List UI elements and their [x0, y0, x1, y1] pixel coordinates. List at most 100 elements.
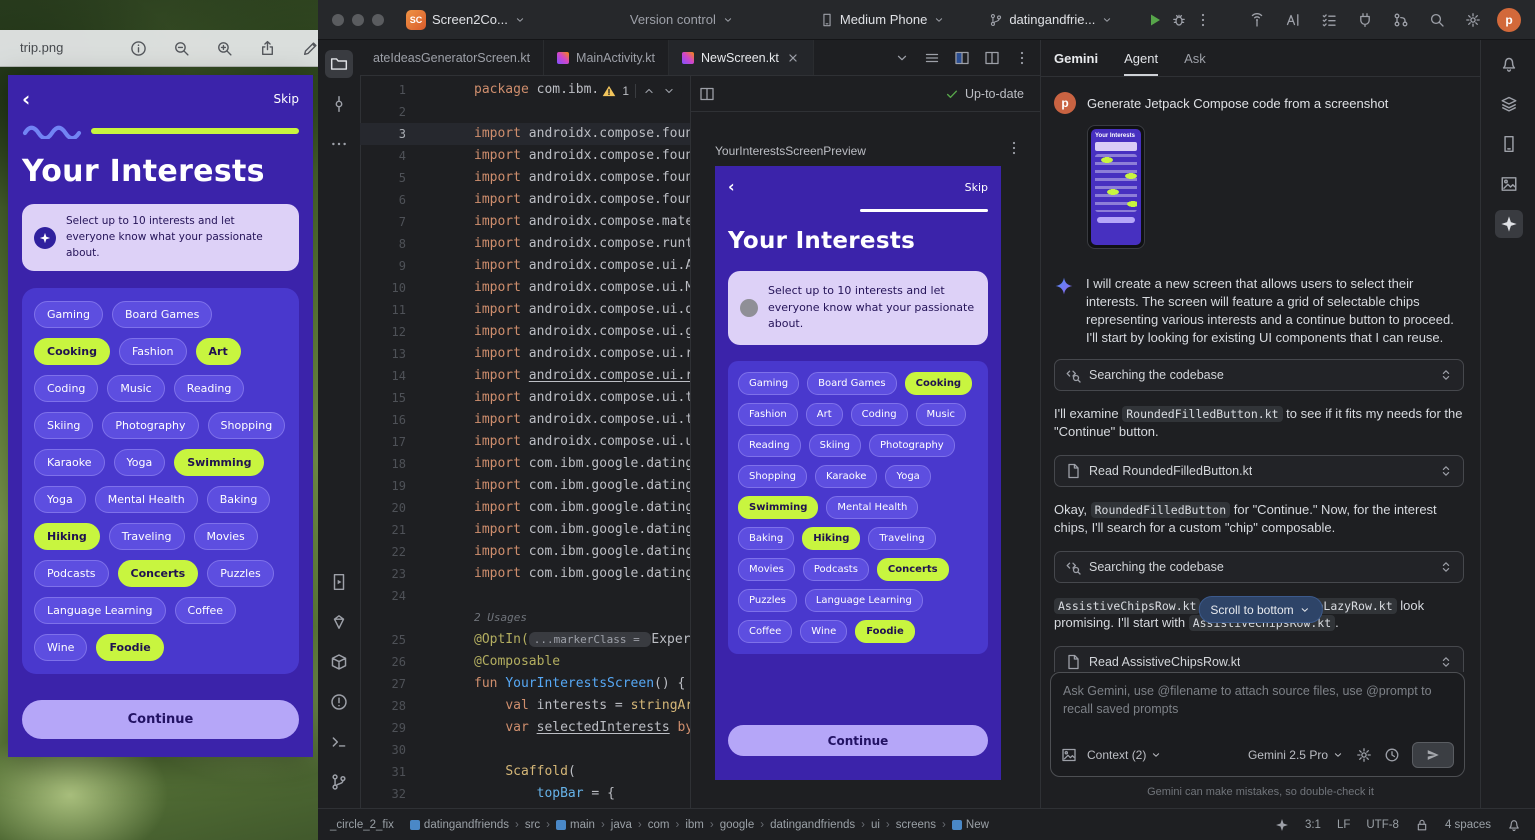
- indent-setting[interactable]: 4 spaces: [1445, 819, 1491, 831]
- split-editor-icon[interactable]: [699, 86, 715, 102]
- build-variants-icon[interactable]: [325, 608, 353, 636]
- running-devices-icon[interactable]: [325, 568, 353, 596]
- tool-card-label: Searching the codebase: [1089, 560, 1224, 574]
- gemini-input-box[interactable]: Context (2) Gemini 2.5 Pro: [1050, 672, 1465, 777]
- code-line: 29 var selectedInterests by re: [360, 717, 690, 739]
- breadcrumb-item[interactable]: datingandfriends: [770, 819, 855, 831]
- tab-ask[interactable]: Ask: [1184, 40, 1206, 76]
- interest-chip: Skiing: [809, 434, 861, 457]
- file-encoding[interactable]: UTF-8: [1366, 819, 1399, 831]
- attached-screenshot-thumbnail[interactable]: Your Interests: [1087, 125, 1145, 249]
- app-inspection-icon[interactable]: [325, 648, 353, 676]
- gemini-icon[interactable]: [1495, 210, 1523, 238]
- breadcrumb-separator: ›: [675, 819, 679, 831]
- check-icon: [945, 87, 959, 101]
- tool-card[interactable]: Read RoundedFilledButton.kt: [1054, 455, 1464, 487]
- history-icon[interactable]: [1384, 747, 1400, 763]
- problems-icon[interactable]: [325, 688, 353, 716]
- breadcrumb-item[interactable]: datingandfriends: [410, 819, 509, 831]
- branch-selector[interactable]: datingandfrie...: [989, 12, 1113, 27]
- running-devices-right-icon[interactable]: [1495, 130, 1523, 158]
- expand-icon[interactable]: [1439, 464, 1453, 478]
- debug-button[interactable]: [1167, 8, 1191, 32]
- project-selector[interactable]: SC Screen2Co...: [406, 10, 526, 30]
- notifications-icon[interactable]: [1507, 818, 1521, 832]
- device-manager-icon[interactable]: [1495, 90, 1523, 118]
- settings-icon[interactable]: [1461, 8, 1485, 32]
- breadcrumb-item[interactable]: screens: [896, 819, 936, 831]
- run-button[interactable]: [1143, 8, 1167, 32]
- breadcrumb-item[interactable]: src: [525, 819, 540, 831]
- interest-chip: Music: [916, 403, 966, 426]
- send-button[interactable]: [1412, 742, 1454, 768]
- ai-status-icon[interactable]: [1275, 818, 1289, 832]
- gemini-settings-icon[interactable]: [1356, 747, 1372, 763]
- zoom-in-icon[interactable]: [216, 40, 233, 57]
- preview-options-icon[interactable]: [1006, 140, 1022, 156]
- notifications-icon[interactable]: [1495, 50, 1523, 78]
- tool-card[interactable]: Read AssistiveChipsRow.kt: [1054, 646, 1464, 672]
- previous-problem-icon[interactable]: [642, 84, 656, 98]
- interest-chip: Foodie: [855, 620, 915, 643]
- kotlin-file-icon: [682, 52, 694, 64]
- interest-chip: Karaoke: [34, 449, 105, 476]
- editor-list-icon[interactable]: [924, 50, 940, 66]
- split-right-icon[interactable]: [954, 50, 970, 66]
- line-separator[interactable]: LF: [1337, 819, 1350, 831]
- editor-tab[interactable]: NewScreen.kt: [669, 40, 814, 75]
- info-card-text: Select up to 10 interests and let everyo…: [66, 214, 287, 261]
- vcs-widget[interactable]: Version control: [630, 12, 734, 27]
- terminal-icon[interactable]: [325, 728, 353, 756]
- more-tools-icon[interactable]: [325, 130, 353, 158]
- window-controls[interactable]: [332, 14, 384, 26]
- expand-icon[interactable]: [1439, 655, 1453, 669]
- code-editor[interactable]: 1package com.ibm.googl23import androidx.…: [360, 76, 690, 808]
- attach-image-icon[interactable]: [1061, 747, 1077, 763]
- breadcrumb-item[interactable]: google: [720, 819, 755, 831]
- tool-card[interactable]: Searching the codebase: [1054, 551, 1464, 583]
- close-tab-icon[interactable]: [786, 51, 800, 65]
- interest-chip: Fashion: [119, 338, 187, 365]
- expand-icon[interactable]: [1439, 368, 1453, 382]
- editor-options-icon[interactable]: [1014, 50, 1030, 66]
- project-folder-icon[interactable]: [325, 50, 353, 78]
- device-streaming-icon[interactable]: [1245, 8, 1269, 32]
- code-assist-icon[interactable]: [1281, 8, 1305, 32]
- resource-manager-icon[interactable]: [1495, 170, 1523, 198]
- split-down-icon[interactable]: [984, 50, 1000, 66]
- editor-tab[interactable]: ateIdeasGeneratorScreen.kt: [360, 40, 544, 75]
- share-icon[interactable]: [259, 40, 276, 57]
- markup-icon[interactable]: [302, 40, 318, 57]
- interest-chip: Concerts: [118, 560, 199, 587]
- breadcrumb-item[interactable]: com: [648, 819, 670, 831]
- expand-icon[interactable]: [1439, 560, 1453, 574]
- device-selector[interactable]: Medium Phone: [820, 12, 945, 27]
- pull-requests-icon[interactable]: [1389, 8, 1413, 32]
- gemini-prompt-input[interactable]: [1051, 673, 1464, 729]
- info-icon[interactable]: [130, 40, 147, 57]
- breadcrumb-item[interactable]: main: [556, 819, 595, 831]
- scroll-to-bottom-button[interactable]: Scroll to bottom: [1198, 596, 1322, 623]
- commit-icon[interactable]: [325, 90, 353, 118]
- breadcrumb-item[interactable]: java: [611, 819, 632, 831]
- breadcrumb-item[interactable]: New: [952, 819, 989, 831]
- context-selector[interactable]: Context (2): [1087, 748, 1162, 762]
- version-control-icon[interactable]: [325, 768, 353, 796]
- plugins-icon[interactable]: [1353, 8, 1377, 32]
- next-problem-icon[interactable]: [662, 84, 676, 98]
- more-actions-icon[interactable]: [1191, 8, 1215, 32]
- tab-list-dropdown-icon[interactable]: [894, 50, 910, 66]
- read-only-lock-icon[interactable]: [1415, 818, 1429, 832]
- breadcrumb-item[interactable]: ibm: [685, 819, 704, 831]
- editor-tab[interactable]: MainActivity.kt: [544, 40, 669, 75]
- model-selector[interactable]: Gemini 2.5 Pro: [1248, 748, 1344, 762]
- caret-position[interactable]: 3:1: [1305, 819, 1321, 831]
- tool-card[interactable]: Searching the codebase: [1054, 359, 1464, 391]
- todo-list-icon[interactable]: [1317, 8, 1341, 32]
- breadcrumb-item[interactable]: ui: [871, 819, 880, 831]
- zoom-out-icon[interactable]: [173, 40, 190, 57]
- inspection-widget[interactable]: 1: [596, 82, 682, 100]
- profile-avatar[interactable]: p: [1497, 8, 1521, 32]
- search-everywhere-icon[interactable]: [1425, 8, 1449, 32]
- tab-agent[interactable]: Agent: [1124, 40, 1158, 76]
